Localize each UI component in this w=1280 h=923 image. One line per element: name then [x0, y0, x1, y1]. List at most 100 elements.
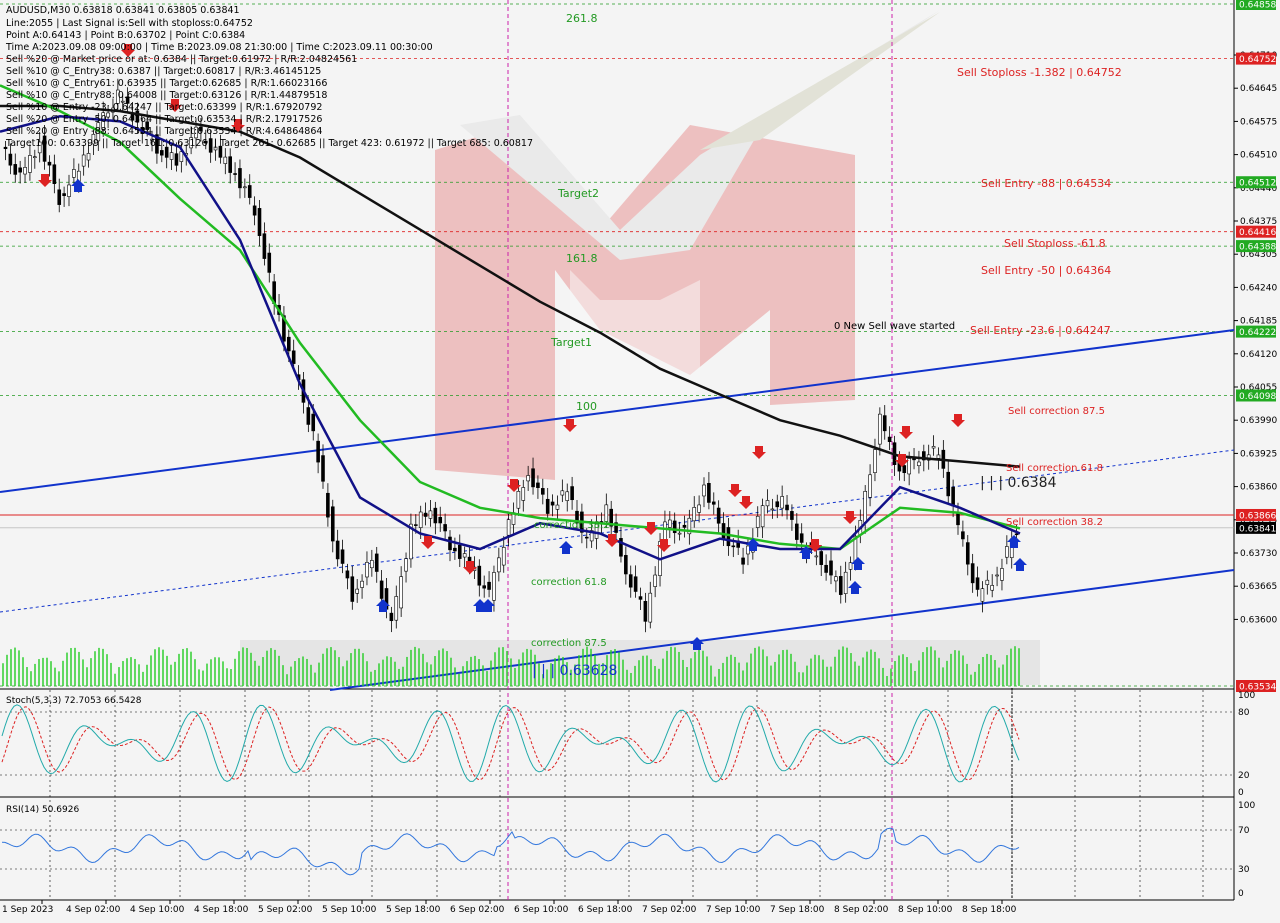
volume-bar — [214, 657, 216, 686]
volume-bar — [742, 670, 744, 686]
volume-bar — [370, 671, 372, 686]
price-tick-label: 0.64375 — [1240, 217, 1277, 227]
candle-body — [453, 547, 457, 552]
candle-body — [62, 193, 66, 196]
candle-body — [814, 555, 819, 558]
candle-body — [531, 468, 535, 488]
candle-body — [370, 560, 374, 569]
candle-body — [169, 152, 174, 160]
level-label: Sell Entry -88 | 0.64534 — [981, 177, 1111, 190]
price-tag-text: 0.63866 — [1239, 511, 1276, 521]
price-tag-text: 0.64388 — [1239, 243, 1276, 253]
volume-bar — [122, 661, 124, 686]
volume-bar — [962, 655, 964, 686]
volume-bar — [166, 655, 168, 686]
volume-bar — [26, 667, 28, 686]
volume-bar — [694, 651, 696, 686]
volume-bar — [950, 653, 952, 686]
volume-bar — [818, 655, 820, 686]
volume-bar — [474, 655, 476, 686]
candle-body — [482, 585, 486, 589]
candle-body — [174, 153, 179, 166]
volume-bar — [106, 654, 108, 686]
volume-bar — [1002, 664, 1004, 686]
volume-bar — [714, 676, 716, 686]
candle-body — [355, 588, 359, 594]
volume-bar — [306, 658, 308, 686]
candle-body — [838, 576, 843, 595]
price-tick-label: 0.63730 — [1240, 549, 1277, 559]
volume-bar — [190, 651, 192, 686]
level-label: Sell correction 87.5 — [1008, 406, 1105, 417]
candle-body — [394, 596, 399, 621]
time-tick-label: 6 Sep 10:00 — [514, 905, 569, 915]
candle-body — [521, 487, 526, 501]
volume-bar — [934, 650, 936, 686]
time-tick-label: 1 Sep 2023 — [2, 905, 53, 915]
volume-bar — [374, 669, 376, 686]
volume-bar — [434, 656, 436, 686]
volume-bar — [146, 664, 148, 686]
stoch-panel[interactable] — [0, 690, 1234, 796]
candle-body — [345, 570, 350, 579]
volume-bar — [482, 665, 484, 686]
volume-bar — [738, 662, 740, 686]
volume-bar — [198, 669, 200, 686]
candle-body — [843, 571, 848, 594]
rsi-tick: 70 — [1238, 826, 1250, 836]
rsi-panel[interactable] — [0, 798, 1234, 900]
candle-body — [824, 564, 828, 573]
candle-body — [379, 580, 384, 599]
volume-bar — [382, 659, 384, 686]
candle-body — [648, 592, 653, 623]
volume-bar — [1006, 655, 1008, 686]
info-line: Time A:2023.09.08 09:00:00 | Time B:2023… — [5, 42, 433, 53]
volume-bar — [270, 648, 272, 686]
volume-bar — [386, 656, 388, 686]
volume-bar — [250, 652, 252, 686]
volume-bar — [662, 658, 664, 686]
price-tick-label: 0.63990 — [1240, 416, 1277, 426]
volume-bar — [698, 649, 700, 686]
info-line: Sell %20 @ Entry -50: 0.64364 || Target:… — [6, 114, 322, 125]
volume-bar — [622, 659, 624, 686]
candle-body — [682, 524, 687, 528]
candle-body — [946, 471, 951, 497]
volume-bar — [238, 651, 240, 686]
volume-bar — [2, 663, 4, 686]
candle-body — [560, 490, 565, 496]
candle-body — [457, 545, 462, 559]
volume-bar — [774, 661, 776, 686]
volume-bar — [666, 650, 668, 686]
fib-label: 100 — [576, 400, 597, 413]
volume-bar — [278, 655, 280, 686]
volume-bar — [194, 659, 196, 686]
volume-bar — [754, 647, 756, 686]
candle-body — [624, 555, 628, 575]
volume-bar — [778, 654, 780, 686]
volume-bar — [150, 655, 152, 686]
candle-body — [780, 496, 784, 509]
candle-body — [697, 504, 701, 513]
volume-bar — [522, 652, 524, 686]
volume-bar — [678, 651, 680, 686]
candle-body — [995, 574, 999, 577]
volume-bar — [398, 668, 400, 686]
volume-bar — [462, 666, 464, 686]
price-tick-label: 0.63860 — [1240, 483, 1277, 493]
volume-bar — [502, 647, 504, 686]
volume-bar — [890, 668, 892, 686]
volume-bar — [674, 647, 676, 686]
volume-bar — [630, 672, 632, 686]
volume-bar — [850, 653, 852, 686]
volume-bar — [242, 647, 244, 686]
candle-body — [628, 574, 633, 588]
candle-body — [86, 153, 91, 161]
volume-bar — [362, 653, 364, 686]
rsi-tick: 100 — [1238, 801, 1255, 811]
candle-body — [257, 208, 262, 236]
info-line: Line:2055 | Last Signal is:Sell with sto… — [6, 18, 253, 29]
chart-canvas[interactable]: 0.647100.646450.645750.645100.644400.643… — [0, 0, 1280, 920]
volume-bar — [942, 667, 944, 686]
candle-body — [643, 600, 648, 622]
